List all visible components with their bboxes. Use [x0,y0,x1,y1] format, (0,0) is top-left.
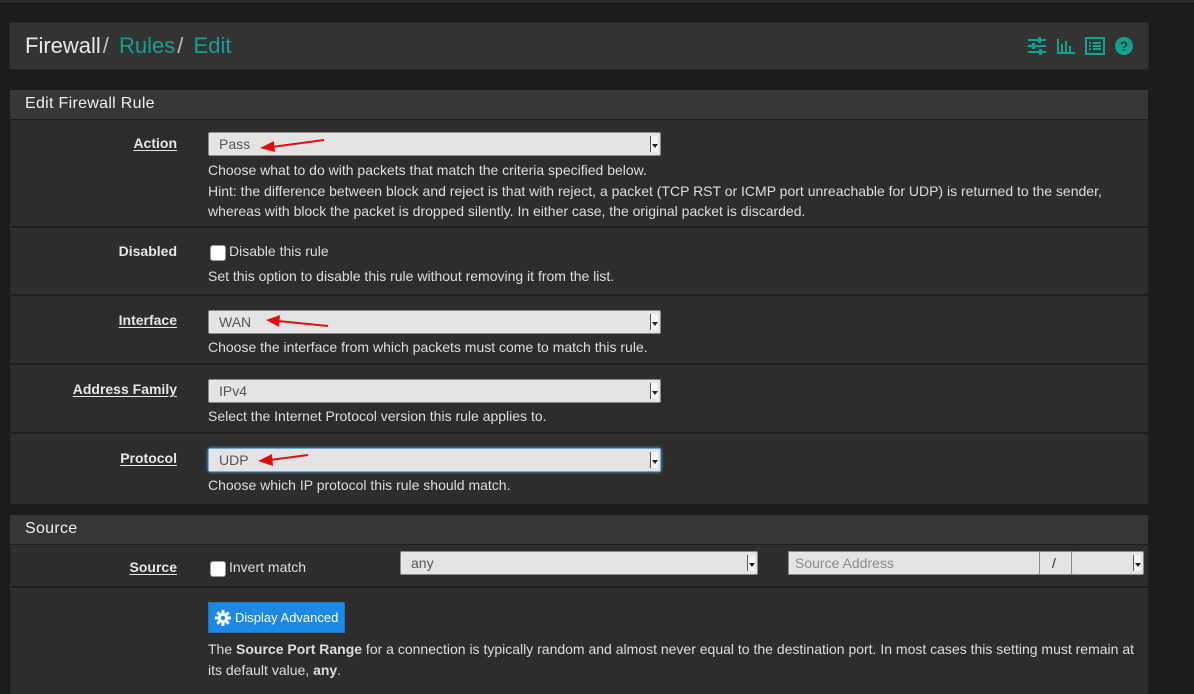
panel-title: Edit Firewall Rule [10,90,1148,120]
interface-select-value: WAN [219,314,252,330]
source-label: Source [129,559,177,575]
source-port-help-line: The Source Port Range for a connection i… [208,639,1134,660]
action-help: Choose what to do with packets that matc… [208,160,1102,222]
source-mask-separator: / [1039,551,1072,575]
source-port-help: The Source Port Range for a connection i… [208,639,1134,680]
invert-match-label: Invert match [229,559,307,575]
bar-chart-icon[interactable] [1056,36,1076,56]
svg-text:?: ? [1120,38,1129,54]
red-arrow-annotation [258,454,309,466]
help-bold-text: Source Port Range [236,641,363,657]
disable-rule-label: Disable this rule [229,243,329,259]
red-arrow-annotation [260,139,325,152]
protocol-help: Choose which IP protocol this rule shoul… [208,477,511,493]
breadcrumb-separator: / [177,33,184,58]
invert-match-checkbox[interactable] [210,561,226,577]
page-header: Firewall/ Rules/ Edit ? [9,22,1149,70]
address-family-select-value: IPv4 [219,383,248,399]
interface-label: Interface [118,312,177,328]
slash-separator: / [1052,555,1056,571]
help-text: for a connection is typically random and… [362,641,1134,657]
action-help-line: Choose what to do with packets that matc… [208,162,647,178]
action-row: Action Pass Choose what to do with packe… [10,120,1148,228]
action-help-line: Hint: the difference between block and r… [208,182,1102,199]
help-bold-text: any [313,661,338,678]
address-family-label: Address Family [72,381,177,397]
gear-icon [215,609,231,626]
help-text: The [208,641,237,657]
source-type-select[interactable]: any [400,551,758,575]
protocol-row: Protocol UDP Choose which IP protocol th… [10,434,1148,504]
chevron-down-icon [650,136,658,152]
disabled-row: Disabled Disable this rule Set this opti… [10,228,1148,296]
help-text: its default value, [208,661,314,678]
source-address-input[interactable]: Source Address [788,551,1040,575]
address-family-help: Select the Internet Protocol version thi… [208,408,547,424]
disabled-label: Disabled [118,243,177,259]
disabled-help: Set this option to disable this rule wit… [208,268,615,284]
action-select-value: Pass [219,136,251,152]
breadcrumb-firewall: Firewall [25,33,101,58]
red-arrow-annotation [266,315,329,327]
address-family-row: Address Family IPv4 Select the Internet … [10,365,1148,434]
chevron-down-icon [650,452,658,468]
source-panel: Source Source Invert match any Source Ad… [9,514,1149,694]
help-icon[interactable]: ? [1114,36,1134,56]
interface-help: Choose the interface from which packets … [208,339,648,355]
help-text: . [337,661,342,678]
address-family-select[interactable]: IPv4 [208,379,661,403]
breadcrumb-separator: / [102,33,109,58]
protocol-label: Protocol [120,450,177,466]
source-advanced-row: Display Advanced The Source Port Range f… [10,588,1148,694]
sliders-icon[interactable] [1027,36,1047,56]
breadcrumb: Firewall/ Rules/ Edit [25,33,231,59]
edit-firewall-rule-panel: Edit Firewall Rule Action Pass Choose wh… [9,89,1149,505]
disable-rule-checkbox[interactable] [210,245,226,261]
source-port-help-line: its default value, any. [208,660,1134,681]
chevron-down-icon [650,383,658,399]
breadcrumb-edit-link[interactable]: Edit [194,33,232,58]
breadcrumb-rules-link[interactable]: Rules [119,33,175,58]
chevron-down-icon [650,314,658,330]
action-help-line: whereas with block the packet is dropped… [208,203,806,219]
display-advanced-button[interactable]: Display Advanced [208,602,346,633]
protocol-select-value: UDP [219,452,249,468]
action-label: Action [133,135,177,151]
chevron-down-icon [1133,555,1141,571]
source-type-value: any [411,555,434,571]
chevron-down-icon [747,555,755,571]
header-icons: ? [1027,36,1134,56]
list-icon[interactable] [1085,36,1105,56]
display-advanced-label: Display Advanced [235,610,339,625]
source-row: Source Invert match any Source Address / [10,545,1148,588]
source-mask-select[interactable] [1071,551,1144,575]
panel-title: Source [10,515,1148,545]
interface-row: Interface WAN Choose the interface from … [10,296,1148,365]
top-bar [0,0,1194,4]
